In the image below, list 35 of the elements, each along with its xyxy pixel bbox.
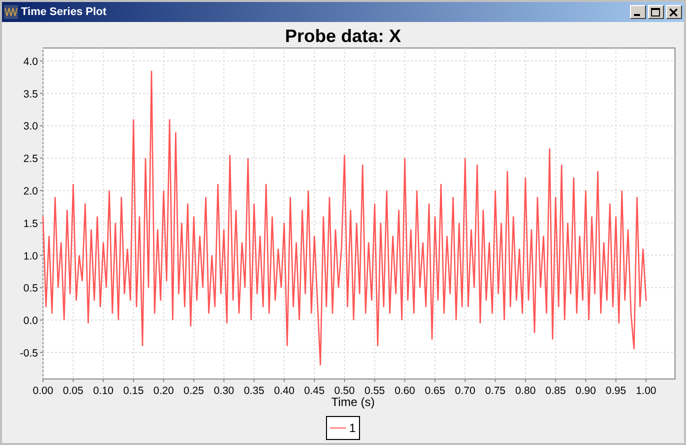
tick-label: 0.25 xyxy=(184,385,204,397)
tick-label: 0.15 xyxy=(123,385,144,397)
tick-label: 0.30 xyxy=(214,385,234,397)
tick-label: 0.05 xyxy=(62,385,84,397)
window-title: Time Series Plot xyxy=(21,4,106,20)
tick-label: 0.10 xyxy=(93,385,114,397)
legend-label: 1 xyxy=(349,420,356,437)
tick-label: 0.40 xyxy=(274,385,294,397)
tick-label: -0.5 xyxy=(20,347,38,360)
tick-label: 0.0 xyxy=(23,315,38,328)
tick-label: 1.5 xyxy=(23,218,38,230)
tick-label: 0.55 xyxy=(364,385,385,397)
tick-label: 0.65 xyxy=(424,385,446,397)
chart-title: Probe data: X xyxy=(284,25,402,47)
tick-label: 0.20 xyxy=(153,385,174,397)
tick-label: 0.95 xyxy=(606,385,626,397)
tick-label: 0.60 xyxy=(394,385,416,397)
tick-label: 0.90 xyxy=(576,385,596,397)
tick-label: 0.00 xyxy=(32,385,54,397)
tick-label: 1.0 xyxy=(23,250,38,262)
tick-label: 0.50 xyxy=(334,385,355,397)
tick-label: 2.0 xyxy=(23,186,38,198)
tick-label: 0.5 xyxy=(23,282,38,295)
tick-label: 0.85 xyxy=(545,385,566,397)
tick-label: 3.0 xyxy=(23,120,38,133)
tick-label: 0.45 xyxy=(304,385,325,397)
tick-label: 0.80 xyxy=(515,385,536,397)
tick-label: 4.0 xyxy=(23,56,38,68)
tick-label: 0.35 xyxy=(244,385,264,397)
tick-label: 0.75 xyxy=(485,385,506,397)
axis-label: Time (s) xyxy=(331,395,375,409)
tick-label: 1.00 xyxy=(636,385,656,397)
tick-label: 3.5 xyxy=(23,88,38,100)
tick-label: 0.70 xyxy=(454,385,476,397)
tick-label: 2.5 xyxy=(23,153,38,166)
